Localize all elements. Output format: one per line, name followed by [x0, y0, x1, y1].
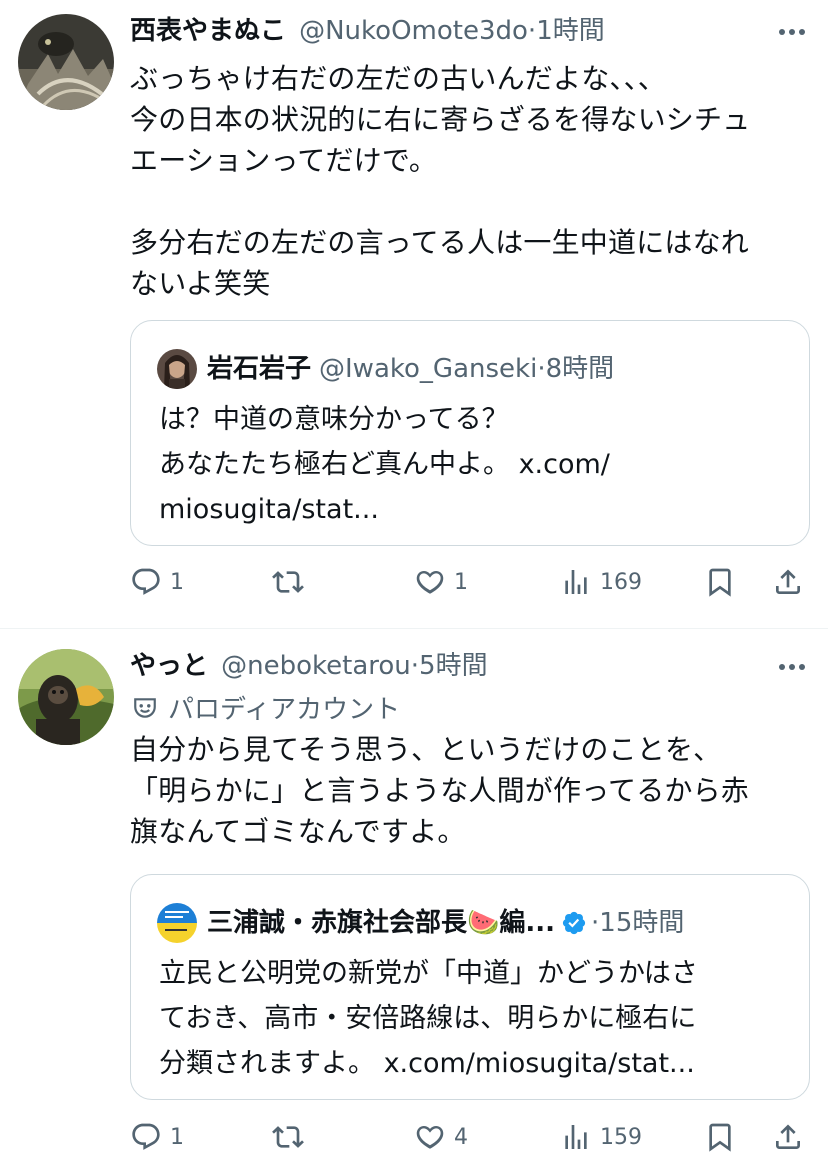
bookmark-icon [709, 568, 731, 597]
quoted-display-name: 三浦誠・赤旗社会部長🍉編... [207, 908, 556, 938]
tweet-header: 西表やまぬこ @NukoOmote3do·1時間 [130, 14, 605, 51]
parody-label-text: パロディアカウント [168, 695, 401, 725]
quoted-tweet-text: 立民と公明党の新党が「中道」かどうかはさ ておき、高市・安倍路線は、明らかに極右… [159, 958, 698, 1079]
quoted-tweet-header: 岩石岩子 @Iwako_Ganseki·8時間 [157, 349, 614, 389]
action-bar: 1 4 159 [130, 1115, 810, 1159]
quoted-tweet-text: は？中道の意味分かってる？ あなたたち極右ど真ん中よ。 x.com/ miosu… [159, 404, 610, 525]
separator: · [410, 651, 420, 681]
quoted-tweet[interactable]: 三浦誠・赤旗社会部長🍉編... ·15時間 立民と公明党の新党が「中道」かどうか… [130, 874, 810, 1100]
reply-count: 1 [170, 1124, 184, 1150]
action-bar: 1 1 169 [130, 560, 810, 604]
repost-icon [272, 1126, 304, 1148]
repost-button[interactable] [272, 1115, 312, 1159]
bookmark-button[interactable] [704, 560, 736, 604]
more-options-icon[interactable] [776, 16, 808, 48]
bookmark-icon [709, 1123, 731, 1152]
views-icon [565, 570, 587, 594]
timestamp[interactable]: 1時間 [536, 16, 605, 46]
views-button[interactable]: 159 [560, 1115, 642, 1159]
repost-button[interactable] [272, 560, 312, 604]
quoted-handle: @Iwako_Ganseki·8時間 [319, 354, 615, 384]
share-button[interactable] [772, 560, 804, 604]
view-count: 169 [600, 569, 642, 595]
tweet-text: ぶっちゃけ右だの左だの古いんだよな、、、 今の日本の状況的に右に寄らざるを得ない… [130, 62, 751, 300]
avatar[interactable] [18, 14, 114, 110]
share-icon [776, 569, 800, 594]
quoted-avatar [157, 349, 197, 389]
share-button[interactable] [772, 1115, 804, 1159]
view-count: 159 [600, 1124, 642, 1150]
reply-icon [132, 568, 160, 595]
reply-button[interactable]: 1 [130, 560, 184, 604]
theater-mask-icon [134, 697, 156, 718]
separator: · [527, 16, 537, 46]
quoted-timestamp: ·15時間 [591, 908, 685, 938]
parody-label: パロディアカウント [132, 689, 400, 726]
reply-icon [132, 1123, 160, 1150]
avatar[interactable] [18, 649, 114, 745]
display-name[interactable]: やっと [130, 651, 208, 681]
repost-icon [272, 571, 304, 593]
tweet-header: やっと @neboketarou·5時間 [130, 649, 488, 686]
like-button[interactable]: 4 [414, 1115, 468, 1159]
reply-button[interactable]: 1 [130, 1115, 184, 1159]
quoted-avatar [157, 903, 197, 943]
like-count: 4 [454, 1124, 468, 1150]
quoted-tweet[interactable]: 岩石岩子 @Iwako_Ganseki·8時間 は？中道の意味分かってる？ あな… [130, 320, 810, 546]
share-icon [776, 1124, 800, 1149]
bookmark-button[interactable] [704, 1115, 736, 1159]
like-button[interactable]: 1 [414, 560, 468, 604]
like-count: 1 [454, 569, 468, 595]
reply-count: 1 [170, 569, 184, 595]
quoted-display-name: 岩石岩子 [207, 354, 312, 384]
handle[interactable]: @NukoOmote3do [299, 16, 528, 46]
heart-icon [416, 1126, 444, 1149]
display-name[interactable]: 西表やまぬこ [130, 16, 286, 46]
verified-badge-icon [562, 911, 586, 935]
tweet-text: 自分から見てそう思う、というだけのことを、 「明らかに」と言うような人間が作って… [130, 733, 750, 848]
views-icon [565, 1125, 587, 1149]
tweet-2[interactable]: やっと @neboketarou·5時間 パロディアカウント 自分から見てそう思… [0, 629, 828, 1171]
handle[interactable]: @neboketarou [221, 651, 411, 681]
tweet-1[interactable]: 西表やまぬこ @NukoOmote3do·1時間 ぶっちゃけ右だの左だの古いんだ… [0, 0, 828, 628]
more-options-icon[interactable] [776, 651, 808, 683]
views-button[interactable]: 169 [560, 560, 642, 604]
heart-icon [416, 571, 444, 594]
quoted-tweet-header: 三浦誠・赤旗社会部長🍉編... ·15時間 [157, 903, 684, 943]
timestamp[interactable]: 5時間 [419, 651, 488, 681]
